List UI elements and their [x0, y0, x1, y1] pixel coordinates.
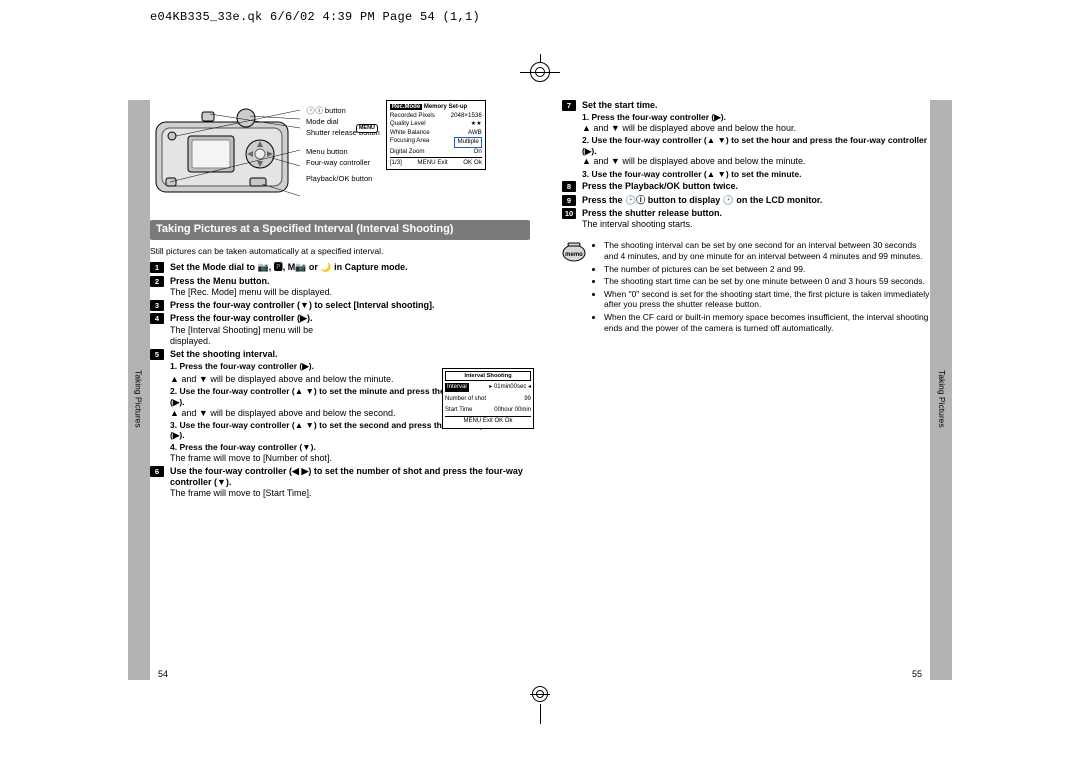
step-7-1-note: ▲ and ▼ will be displayed above and belo… — [582, 123, 930, 134]
thumb-tab-right: Taking Pictures — [930, 100, 952, 680]
step-7-text: Set the start time. — [582, 100, 658, 110]
step-num-10: 10 — [562, 208, 576, 219]
menu-badge: MENU — [356, 124, 378, 133]
lcd2-starttime-label: Start Time — [445, 406, 472, 414]
crop-mark-top — [520, 60, 560, 84]
step-3-text: Press the four-way controller (▼) to sel… — [170, 300, 434, 310]
step-4-note: The [Interval Shooting] menu will be dis… — [170, 325, 340, 348]
steps-right: 7 Set the start time. 1. Press the four-… — [562, 100, 930, 230]
step-7-3: 3. Use the four-way controller (▲ ▼) to … — [582, 169, 801, 179]
lcd-row-pixels-val: 2048×1536 — [451, 112, 482, 120]
step-5-text: Set the shooting interval. — [170, 349, 278, 359]
tab-notch-right — [960, 345, 974, 401]
lcd-row-quality-val: ★★ — [471, 120, 482, 128]
memo-item-2: The number of pictures can be set betwee… — [604, 264, 930, 275]
tab-notch-left — [106, 345, 120, 401]
step-5-4: 4. Press the four-way controller (▼). — [170, 442, 316, 452]
camera-svg — [150, 100, 300, 210]
step-2-note: The [Rec. Mode] menu will be displayed. — [170, 287, 530, 298]
tab-recmode: Rec.Mode — [390, 104, 422, 110]
memo-item-4: When "0" second is set for the shooting … — [604, 289, 930, 310]
label-timer-button: 🕑ⓘ button — [306, 106, 380, 117]
lcd-row-wb-val: AWB — [468, 129, 482, 137]
step-9-text: Press the 🕑ⓘ button to display 🕑 on the … — [582, 195, 822, 205]
section-intro: Still pictures can be taken automaticall… — [150, 246, 530, 257]
page-right: Taking Pictures 7 Set the start time. 1.… — [540, 100, 930, 680]
lcd-row-quality-label: Quality Level — [390, 120, 426, 128]
step-4-text: Press the four-way controller (▶). — [170, 313, 312, 323]
lcd-row-pixels-label: Recorded Pixels — [390, 112, 435, 120]
step-num-8: 8 — [562, 181, 576, 192]
step-num-5: 5 — [150, 349, 164, 360]
step-7-1: 1. Press the four-way controller (▶). — [582, 112, 726, 122]
step-10-note: The interval shooting starts. — [582, 219, 930, 230]
lcd-interval-menu: Interval Shooting Interval ▸ 01min00sec ◂… — [442, 368, 534, 429]
section-label-right: Taking Pictures — [936, 370, 947, 428]
step-num-2: 2 — [150, 276, 164, 287]
lcd-row-focus-label: Focusing Area — [390, 137, 430, 147]
step-5-4-note: The frame will move to [Number of shot]. — [170, 453, 530, 464]
lcd-row-wb-label: White Balance — [390, 129, 430, 137]
page-number-right: 55 — [912, 669, 922, 680]
step-num-4: 4 — [150, 313, 164, 324]
page-number-left: 54 — [158, 669, 168, 680]
lcd-footer-exit: MENU Exit — [417, 159, 447, 167]
lcd2-starttime-val: 00hour 00min — [494, 406, 531, 414]
memo-item-3: The shooting start time can be set by on… — [604, 276, 930, 287]
lcd-row-focus-val: Multiple — [454, 137, 481, 147]
step-num-7: 7 — [562, 100, 576, 111]
step-2-text: Press the Menu button. — [170, 276, 270, 286]
pdf-header: e04KB335_33e.qk 6/6/02 4:39 PM Page 54 (… — [150, 10, 480, 24]
lcd2-numshot-val: 99 — [524, 395, 531, 403]
svg-text:memo: memo — [565, 252, 583, 258]
step-6-text: Use the four-way controller (◀ ▶) to set… — [170, 466, 523, 487]
step-1-text: Set the Mode dial to 📷, 🅿, M📷 or 🌙 in Ca… — [170, 262, 408, 272]
lcd-row-zoom-label: Digital Zoom — [390, 148, 425, 156]
lcd2-title: Interval Shooting — [445, 371, 531, 381]
page-spread: Taking Pictures — [150, 100, 930, 680]
crop-mark-bottom — [520, 694, 560, 724]
step-5-1: 1. Press the four-way controller (▶). — [170, 361, 314, 371]
camera-label-list: 🕑ⓘ button Mode dial Shutter release butt… — [306, 100, 380, 210]
label-playback-ok: Playback/OK button — [306, 174, 380, 185]
step-8-text: Press the Playback/OK button twice. — [582, 181, 738, 191]
section-heading: Taking Pictures at a Specified Interval … — [150, 220, 530, 240]
lcd2-footer: MENU Exit OK Ok — [445, 416, 531, 425]
page-left: Taking Pictures — [150, 100, 540, 680]
step-num-1: 1 — [150, 262, 164, 273]
memo-list: The shooting interval can be set by one … — [592, 240, 930, 335]
label-menu-button: Menu button — [306, 147, 380, 158]
lcd-rec-mode-menu: Rec.Mode Memory Set-up Recorded Pixels 20… — [386, 100, 486, 170]
lcd-row-zoom-val: On — [474, 148, 482, 156]
step-7-2: 2. Use the four-way controller (▲ ▼) to … — [582, 135, 927, 156]
camera-diagram: 🕑ⓘ button Mode dial Shutter release butt… — [150, 100, 530, 210]
tab-memory: Memory — [424, 104, 447, 110]
lcd-footer-ok: OK Ok — [463, 159, 482, 167]
step-6-note: The frame will move to [Start Time]. — [170, 488, 530, 499]
step-num-9: 9 — [562, 195, 576, 206]
memo-icon: memo — [562, 240, 586, 262]
memo-item-5: When the CF card or built-in memory spac… — [604, 312, 930, 333]
memo-item-1: The shooting interval can be set by one … — [604, 240, 930, 261]
step-10-text: Press the shutter release button. — [582, 208, 722, 218]
lcd2-interval-label: Interval — [445, 383, 469, 391]
memo-block: memo The shooting interval can be set by… — [562, 240, 930, 335]
label-fourway: Four-way controller — [306, 158, 380, 169]
tab-setup: Set-up — [449, 104, 468, 110]
lcd2-interval-val: ▸ 01min00sec ◂ — [489, 383, 531, 391]
step-num-6: 6 — [150, 466, 164, 477]
step-7-2-note: ▲ and ▼ will be displayed above and belo… — [582, 156, 930, 167]
step-num-3: 3 — [150, 300, 164, 311]
lcd-footer-page: [1/3] — [390, 159, 402, 167]
lcd2-numshot-label: Number of shot — [445, 395, 486, 403]
thumb-tab-left: Taking Pictures — [128, 100, 150, 680]
section-label-left: Taking Pictures — [133, 370, 144, 428]
